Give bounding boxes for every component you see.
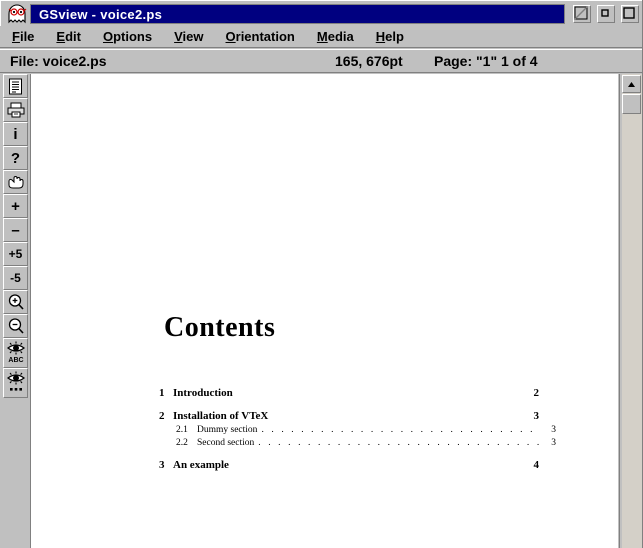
toc-page-number: 3 [533,410,540,422]
toc-entry: 2 Installation of VTeX 3 [159,410,539,422]
toc-entry: 2.2 Second section . . . . . . . . . . .… [159,438,556,448]
maximize-icon [622,6,638,20]
toc-number: 2 [159,410,165,422]
forward-five-button[interactable]: +5 [3,242,28,266]
print-button[interactable] [3,98,28,122]
minimize-button[interactable] [573,5,591,23]
table-of-contents: 1 Introduction 2 2 Installation of VTeX … [159,387,556,471]
magnifier-plus-icon [7,293,25,311]
toc-number: 3 [159,459,165,471]
toc-number: 2.1 [176,425,188,435]
menu-item-help[interactable]: Help [376,29,404,44]
postscript-page: Contents 1 Introduction 2 2 Installation… [31,74,618,548]
svg-text:ABC: ABC [8,357,23,364]
eye-abc-icon: ABC [6,341,26,365]
toc-entry: 3 An example 4 [159,459,539,471]
minus-five-icon: -5 [10,271,21,285]
toc-entry: 2.1 Dummy section . . . . . . . . . . . … [159,425,556,435]
maximize-button[interactable] [621,5,639,23]
page-title: Contents [164,312,276,343]
scrollbar-thumb[interactable] [622,94,641,114]
menu-item-orientation[interactable]: Orientation [226,29,295,44]
minus-icon: – [11,221,20,239]
toc-page-number: 3 [551,425,556,435]
menu-item-options[interactable]: Options [103,29,152,44]
vertical-scrollbar[interactable] [619,74,643,548]
question-mark-icon: ? [10,149,21,167]
show-text-button[interactable]: ABC [3,338,28,368]
menu-item-file[interactable]: File [12,29,34,44]
back-five-button[interactable]: -5 [3,266,28,290]
plus-five-icon: +5 [8,247,23,261]
left-toolbar: i ? + – +5 -5 ABC [0,74,31,548]
help-button[interactable]: ? [3,146,28,170]
document-icon [8,78,23,95]
zoom-in-button[interactable] [3,290,28,314]
status-coordinates: 165, 676pt [335,53,403,69]
menu-item-edit[interactable]: Edit [56,29,81,44]
status-file-label: File: voice2.ps [10,53,107,69]
triangle-up-icon [627,75,636,93]
scroll-up-button[interactable] [622,75,641,93]
minimize-icon [574,6,590,20]
status-page-info: Page: "1" 1 of 4 [434,53,538,69]
toc-label: Dummy section [197,425,258,435]
restore-icon [598,6,614,20]
pointer-button[interactable] [3,170,28,194]
document-button[interactable] [3,74,28,98]
toc-number: 2.2 [176,438,188,448]
prev-page-button[interactable]: – [3,218,28,242]
info-icon: i [13,125,18,143]
plus-icon: + [11,197,20,215]
restore-button[interactable] [597,5,615,23]
next-page-button[interactable]: + [3,194,28,218]
title-bar: GSview - voice2.ps [0,0,643,26]
toc-number: 1 [159,387,165,399]
menu-bar: File Edit Options View Orientation Media… [0,26,643,48]
title-strip[interactable]: GSview - voice2.ps [30,4,565,24]
toc-label: Introduction [173,387,233,399]
gsview-ghost-icon [6,4,28,24]
toc-page-number: 4 [533,459,540,471]
toc-dot-leader: . . . . . . . . . . . . . . . . . . . . … [261,425,540,435]
printer-icon [7,102,25,118]
window-title: GSview - voice2.ps [39,6,163,22]
menu-item-media[interactable]: Media [317,29,354,44]
zoom-out-button[interactable] [3,314,28,338]
info-button[interactable]: i [3,122,28,146]
toc-label: An example [173,459,229,471]
toc-label: Second section [197,438,255,448]
pointing-hand-icon [7,174,25,190]
gsview-window: GSview - voice2.ps File Edit Options Vie… [0,0,643,548]
toc-label: Installation of VTeX [173,410,269,422]
toc-page-number: 3 [551,438,556,448]
magnifier-minus-icon [7,317,25,335]
toc-entry: 1 Introduction 2 [159,387,539,399]
eye-dots-icon [6,371,26,395]
status-bar: File: voice2.ps 165, 676pt Page: "1" 1 o… [0,49,643,73]
document-view[interactable]: Contents 1 Introduction 2 2 Installation… [31,74,618,548]
toc-page-number: 2 [533,387,540,399]
show-dots-button[interactable] [3,368,28,398]
toc-dot-leader: . . . . . . . . . . . . . . . . . . . . … [258,438,540,448]
menu-item-view[interactable]: View [174,29,203,44]
scrollbar-track[interactable] [622,74,642,548]
